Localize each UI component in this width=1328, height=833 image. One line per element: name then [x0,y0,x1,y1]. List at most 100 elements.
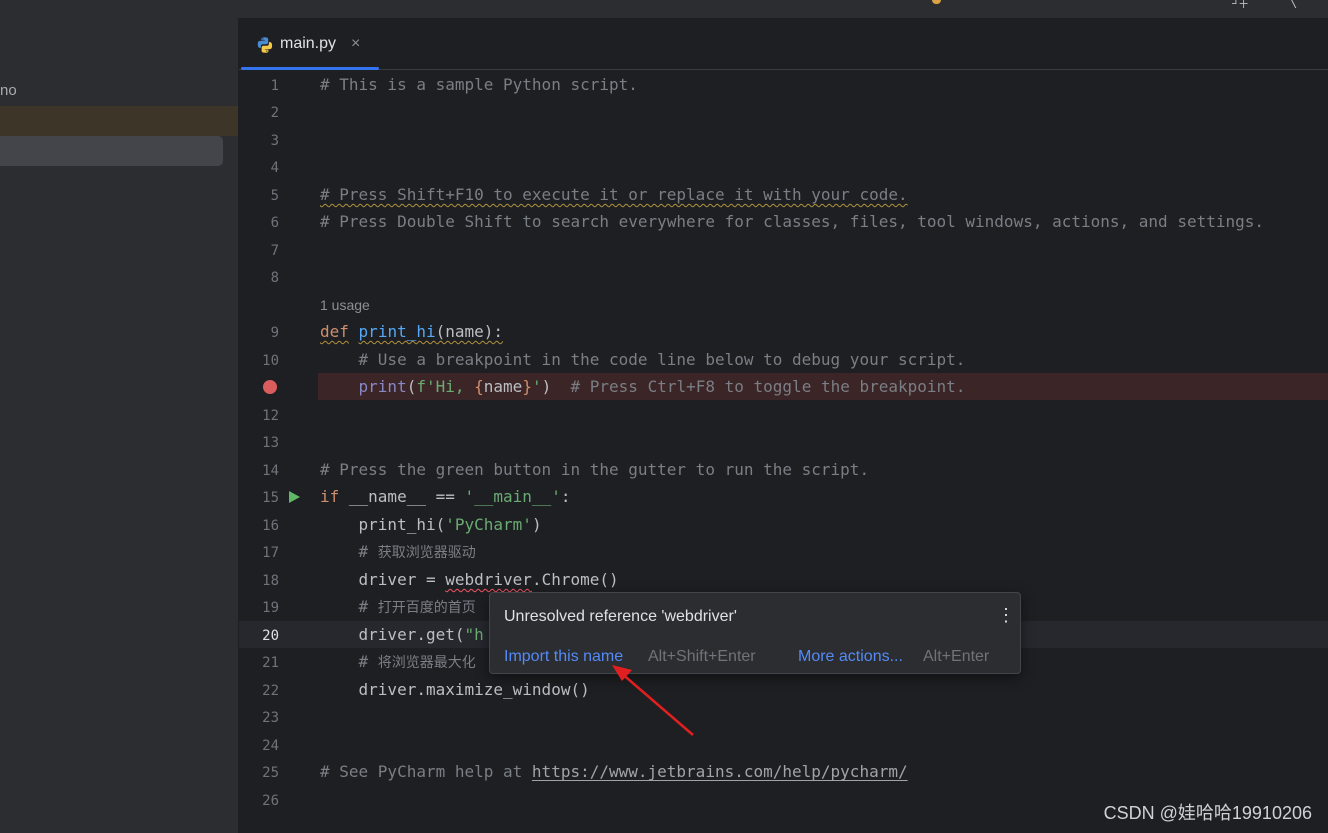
line-number: 21 [262,655,279,671]
tab-main-py[interactable]: main.py × [239,18,379,70]
keyword-if: if [320,487,340,506]
comment-cjk: 打开百度的首页 [377,600,476,616]
code-line-18[interactable]: driver = webdriver.Chrome() [320,570,619,590]
more-options-icon[interactable]: ⋮ [997,605,1015,625]
code-comment-text: # Press Shift+F10 to execute it or repla… [320,185,908,204]
code-line-20[interactable]: driver.get("h [320,625,484,645]
code-line-5[interactable]: # Press Shift+F10 to execute it or repla… [320,185,908,205]
line-number: 13 [262,435,279,451]
line-number: 4 [270,160,279,176]
line-number: 16 [262,518,279,534]
popup-title: Unresolved reference 'webdriver' [504,608,737,625]
tab-bar: main.py × [239,18,1328,70]
builtin-print: print [358,377,407,396]
fstring-end: ' [531,377,542,396]
line-number: 22 [262,683,279,699]
fstring-brace: { [474,377,484,396]
sidebar-item-label[interactable]: no [0,82,17,99]
line-number: 5 [270,188,279,204]
code-text: driver.get( [320,625,465,644]
title-bar: ┘┼ ╲ [0,0,1328,18]
sidebar-item-selected[interactable] [0,136,223,166]
line-number: 7 [270,243,279,259]
comment-hash: # [320,652,378,671]
line-number: 10 [262,353,279,369]
code-line-16[interactable]: print_hi('PyCharm') [320,515,542,535]
python-file-icon [257,37,273,53]
paren: ) [531,515,542,534]
code-text: .Chrome() [531,570,619,589]
comment-hash: # [320,542,378,561]
code-line-15[interactable]: if __name__ == '__main__': [320,487,570,507]
line-number-current: 20 [262,628,279,644]
code-line-22[interactable]: driver.maximize_window() [320,680,590,700]
search-icon[interactable]: ╲ [1290,0,1297,8]
code-line-1[interactable]: # This is a sample Python script. [320,75,638,95]
line-number: 26 [262,793,279,809]
code-line-14[interactable]: # Press the green button in the gutter t… [320,460,869,480]
unresolved-reference[interactable]: webdriver [445,570,532,589]
function-name: print_hi [358,322,436,341]
line-number: 9 [270,325,279,341]
line-number: 24 [262,738,279,754]
comment-hash: # [320,597,378,616]
string-literal: "h [464,625,484,644]
code-line-9[interactable]: def print_hi(name): [320,322,503,342]
line-number: 25 [262,765,279,781]
comment-text: # See PyCharm help at [320,762,532,781]
notification-dot-icon [932,0,941,4]
code-line-25[interactable]: # See PyCharm help at https://www.jetbra… [320,762,908,782]
paren: ) [541,377,552,396]
active-tab-indicator [241,67,379,70]
line-number: 2 [270,105,279,121]
line-number: 18 [262,573,279,589]
account-icon[interactable]: ┘┼ [1232,0,1248,8]
line-number: 19 [262,600,279,616]
colon: : [560,487,571,506]
comment-cjk: 获取浏览器驱动 [377,545,476,561]
help-link[interactable]: https://www.jetbrains.com/help/pycharm/ [532,762,908,781]
code-line-17[interactable]: # 获取浏览器驱动 [320,542,476,563]
code-line-10[interactable]: # Use a breakpoint in the code line belo… [320,350,966,370]
code-line-21[interactable]: # 将浏览器最大化 [320,652,476,673]
code-text: __name__ == [339,487,465,506]
line-number: 12 [262,408,279,424]
code-text: print_hi( [320,515,446,534]
inline-comment: # Press Ctrl+F8 to toggle the breakpoint… [551,377,966,396]
run-gutter-icon[interactable] [289,491,300,503]
usage-hint[interactable]: 1 usage [320,297,370,313]
code-line-6[interactable]: # Press Double Shift to search everywher… [320,212,1264,232]
string-literal: '__main__' [464,487,561,506]
comment-cjk: 将浏览器最大化 [377,655,476,671]
line-number: 15 [262,490,279,506]
more-actions-shortcut: Alt+Enter [923,648,990,665]
line-number: 6 [270,215,279,231]
line-number: 14 [262,463,279,479]
line-number: 1 [270,78,279,94]
fstring-start: f'Hi, [416,377,475,396]
string-literal: 'PyCharm' [445,515,532,534]
code-editor[interactable]: main.py × 1 2 3 4 5 6 7 8 9 10 12 13 14 … [239,18,1328,833]
fstring-var: name [483,377,523,396]
annotation-arrow-icon [612,665,694,736]
line-number: 23 [262,710,279,726]
project-sidebar: no [0,18,238,833]
tab-main-py-label: main.py [280,35,337,52]
tab-close-icon[interactable]: × [351,35,360,53]
paren: ( [406,377,417,396]
code-text: driver = [320,570,446,589]
keyword-def: def [320,322,349,341]
breakpoint-icon[interactable] [263,380,277,394]
code-line-19[interactable]: # 打开百度的首页 [320,597,476,618]
line-number: 8 [270,270,279,286]
line-number: 17 [262,545,279,561]
code-line-11[interactable]: print(f'Hi, {name}') # Press Ctrl+F8 to … [320,377,966,397]
fstring-brace: } [522,377,532,396]
line-number: 3 [270,133,279,149]
sidebar-item-highlighted[interactable] [0,106,238,136]
function-params: (name): [435,322,504,341]
watermark: CSDN @娃哈哈19910206 [1103,803,1312,823]
unresolved-reference-popup: Unresolved reference 'webdriver' ⋮ Impor… [489,592,1021,674]
more-actions-link[interactable]: More actions... [798,648,903,666]
